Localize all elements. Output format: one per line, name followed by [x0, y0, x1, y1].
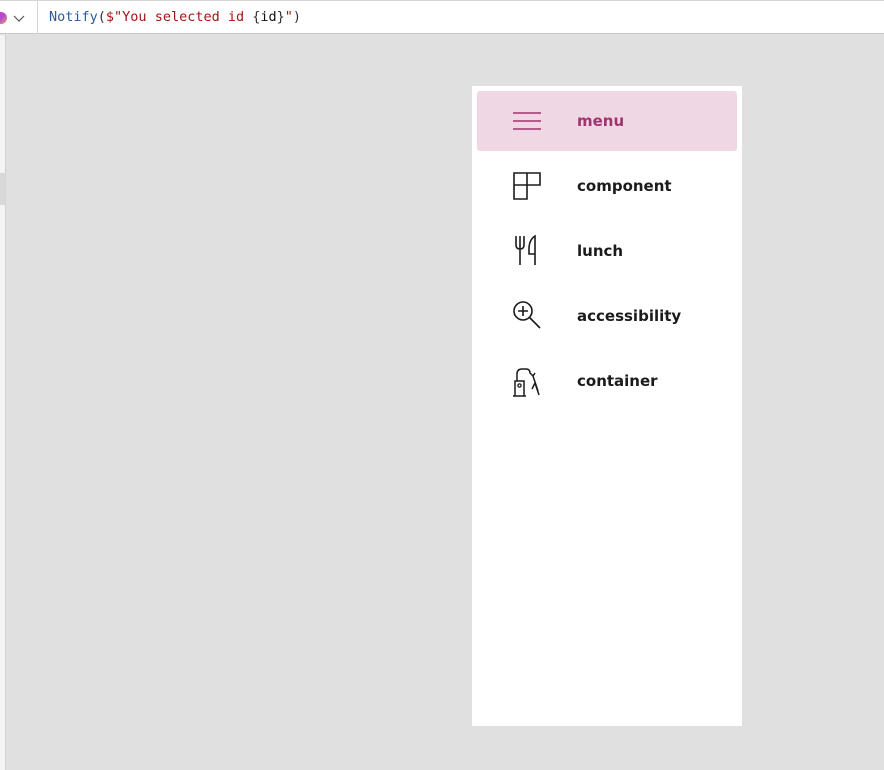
formula-function-token: Notify: [49, 9, 98, 25]
nav-item-container[interactable]: container: [477, 351, 737, 411]
robotic-arm-icon: [513, 368, 540, 397]
component-grid-icon: [513, 172, 541, 200]
nav-item-accessibility[interactable]: accessibility: [477, 286, 737, 346]
left-pane-edge: [0, 35, 6, 770]
pane-resize-handle[interactable]: [0, 173, 6, 205]
app-screen-panel: menu component lunch accessibility conta…: [472, 86, 742, 726]
nav-item-label: lunch: [577, 242, 624, 260]
formula-bar: Notify($"You selected id {id}"): [0, 0, 884, 34]
fork-knife-icon: [515, 235, 536, 265]
formula-paren-open: (: [97, 9, 106, 25]
chevron-down-icon[interactable]: [12, 11, 26, 25]
nav-item-lunch[interactable]: lunch: [477, 221, 737, 281]
formula-input[interactable]: Notify($"You selected id {id}"): [49, 9, 301, 26]
nav-item-label: menu: [577, 112, 625, 130]
formula-bar-controls[interactable]: [0, 1, 38, 34]
formula-paren-close: ): [292, 9, 302, 25]
hamburger-menu-icon: [513, 112, 541, 130]
formula-brace-close: }: [276, 9, 285, 25]
formula-identifier-token: id: [260, 9, 277, 25]
nav-item-label: component: [577, 177, 672, 195]
copilot-icon[interactable]: [0, 11, 8, 25]
nav-item-label: accessibility: [577, 307, 682, 325]
nav-item-label: container: [577, 372, 658, 390]
zoom-in-icon: [513, 301, 541, 329]
formula-string-token: $"You selected id: [105, 9, 253, 25]
formula-string-end: ": [284, 9, 293, 25]
nav-item-component[interactable]: component: [477, 156, 737, 216]
nav-item-menu[interactable]: menu: [477, 91, 737, 151]
